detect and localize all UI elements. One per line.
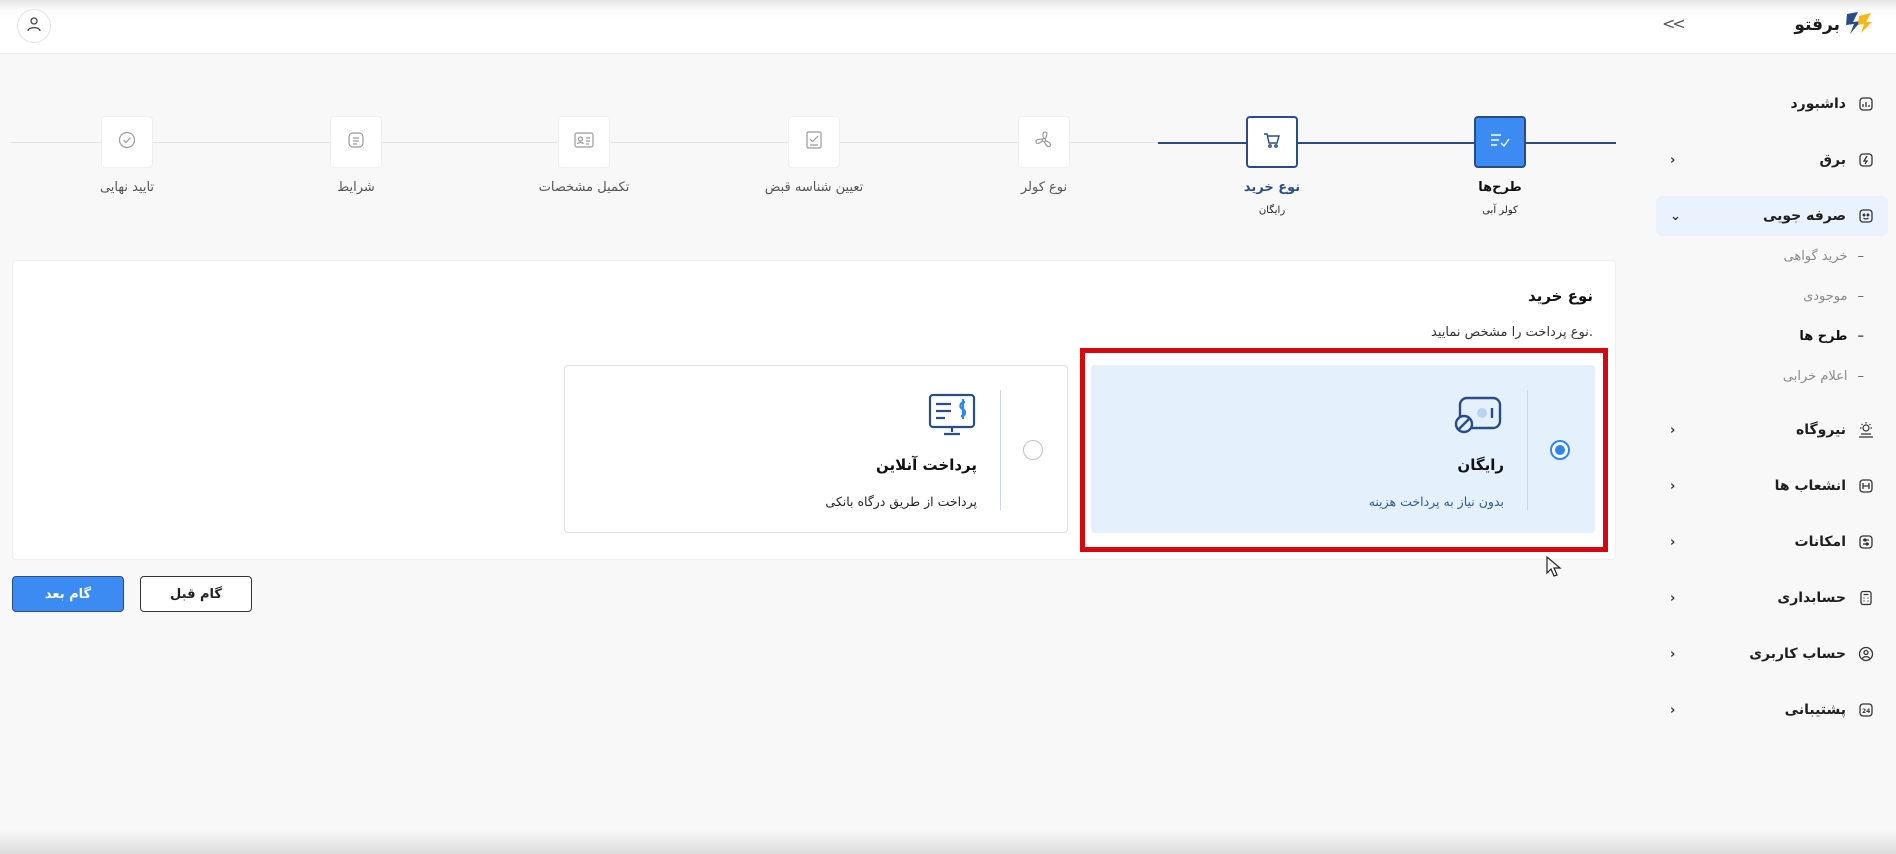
sidebar-item-accounting[interactable]: حسابداری › <box>1656 578 1888 618</box>
online-payment-icon <box>927 392 977 438</box>
sidebar-item-electricity[interactable]: برق › <box>1656 140 1888 180</box>
step-plans[interactable]: طرح‌ها کولر آبی <box>1420 116 1580 216</box>
chevron-left-icon: › <box>1670 590 1676 606</box>
support-icon: 24 <box>1856 700 1876 720</box>
sidebar-item-label: داشبورد <box>1790 96 1847 112</box>
submenu-item-buy-certificate[interactable]: – خرید گواهی <box>1656 236 1888 276</box>
step-box <box>101 116 153 168</box>
step-box <box>558 116 610 168</box>
sidebar-item-power-plant[interactable]: نیروگاه › <box>1656 410 1888 450</box>
option-subtitle: پرداخت از طریق درگاه بانکی <box>825 494 977 509</box>
sidebar-item-features[interactable]: امکانات › <box>1656 522 1888 562</box>
user-profile-button[interactable] <box>17 9 51 43</box>
check-circle-icon <box>117 130 137 154</box>
accounting-icon <box>1856 588 1876 608</box>
cart-icon <box>1262 130 1282 154</box>
sidebar-item-label: امکانات <box>1794 534 1846 550</box>
sidebar-item-label: حساب کاربری <box>1749 646 1846 662</box>
card-title: نوع خرید <box>1528 287 1593 305</box>
free-ticket-icon <box>1454 392 1504 438</box>
sidebar-item-label: صرفه جویی <box>1762 208 1846 224</box>
logo-text: برقتو <box>1794 15 1840 35</box>
chevron-down-icon: ⌄ <box>1670 208 1681 224</box>
option-title: رایگان <box>1457 456 1504 474</box>
chevron-left-icon: › <box>1670 152 1676 168</box>
dashboard-icon <box>1856 94 1876 114</box>
mouse-cursor-icon <box>1546 555 1562 582</box>
submenu-item-report-fault[interactable]: – اعلام خرابی <box>1656 356 1888 396</box>
electricity-icon <box>1856 150 1876 170</box>
sidebar-item-saving[interactable]: صرفه جویی ⌄ <box>1656 196 1888 236</box>
power-plant-icon <box>1856 420 1876 440</box>
logo-mark-icon <box>1844 10 1874 40</box>
purchase-stepper: طرح‌ها کولر آبی نوع خرید رایگان نوع کولر… <box>10 96 1616 226</box>
sidebar-item-label: انشعاب ها <box>1774 478 1846 494</box>
saving-icon <box>1856 206 1876 226</box>
step-complete-details[interactable]: تکمیل مشخصات <box>504 116 664 195</box>
branch-icon <box>1856 476 1876 496</box>
sidebar-item-label: برق <box>1819 152 1846 168</box>
submenu-item-plans[interactable]: – طرح ها <box>1656 316 1888 356</box>
terms-icon <box>346 130 366 154</box>
chevron-left-icon: › <box>1670 702 1676 718</box>
plan-list-icon <box>1489 131 1511 153</box>
sidebar-item-dashboard[interactable]: داشبورد <box>1656 84 1888 124</box>
bill-check-icon <box>804 130 824 154</box>
step-cooler-type[interactable]: نوع کولر <box>964 116 1124 195</box>
option-subtitle: بدون نیاز به پرداخت هزینه <box>1368 494 1504 509</box>
fan-icon <box>1033 129 1055 155</box>
svg-text:24: 24 <box>1862 708 1870 715</box>
step-box <box>1474 116 1526 168</box>
chevron-left-icon: › <box>1670 534 1676 550</box>
step-box <box>1246 116 1298 168</box>
user-icon <box>26 16 42 36</box>
sidebar-item-branches[interactable]: انشعاب ها › <box>1656 466 1888 506</box>
option-online-payment[interactable]: پرداخت آنلاین پرداخت از طریق درگاه بانکی <box>564 365 1068 533</box>
sidebar-item-user-account[interactable]: حساب کاربری › <box>1656 634 1888 674</box>
next-step-button[interactable]: گام بعد <box>12 576 124 612</box>
step-box <box>788 116 840 168</box>
sidebar-item-label: پشتیبانی <box>1784 702 1846 718</box>
previous-step-button[interactable]: گام قبل <box>140 576 252 612</box>
sidebar-collapse-button[interactable]: << <box>1662 14 1686 33</box>
radio-free[interactable] <box>1550 440 1570 460</box>
features-icon <box>1856 532 1876 552</box>
step-bill-id[interactable]: تعیین شناسه قبض <box>734 116 894 195</box>
step-purchase-type[interactable]: نوع خرید رایگان <box>1192 116 1352 216</box>
purchase-type-card: نوع خرید نوع پرداخت را مشخص نمایید. رایگ… <box>12 260 1616 560</box>
submenu-item-balance[interactable]: – موجودی <box>1656 276 1888 316</box>
card-description: نوع پرداخت را مشخص نمایید. <box>1431 325 1593 340</box>
option-title: پرداخت آنلاین <box>875 456 977 474</box>
chevron-left-icon: › <box>1670 478 1676 494</box>
sidebar: داشبورد برق › صرفه جویی ⌄ – خرید گواهی –… <box>1656 84 1888 746</box>
chevron-left-icon: › <box>1670 646 1676 662</box>
top-bar: برقتو << <box>0 0 1896 54</box>
id-card-icon <box>573 131 595 153</box>
user-account-icon <box>1856 644 1876 664</box>
sidebar-item-label: نیروگاه <box>1795 422 1846 438</box>
step-box <box>1018 116 1070 168</box>
sidebar-item-label: حسابداری <box>1777 590 1846 606</box>
step-box <box>330 116 382 168</box>
sidebar-item-support[interactable]: 24 پشتیبانی › <box>1656 690 1888 730</box>
step-final-confirm[interactable]: تایید نهایی <box>47 116 207 195</box>
chevron-left-icon: › <box>1670 422 1676 438</box>
radio-online-payment[interactable] <box>1023 440 1043 460</box>
saving-submenu: – خرید گواهی – موجودی – طرح ها – اعلام خ… <box>1656 236 1888 396</box>
option-free[interactable]: رایگان بدون نیاز به پرداخت هزینه <box>1091 365 1595 533</box>
step-terms[interactable]: شرایط <box>276 116 436 195</box>
app-logo[interactable]: برقتو <box>1794 10 1874 40</box>
